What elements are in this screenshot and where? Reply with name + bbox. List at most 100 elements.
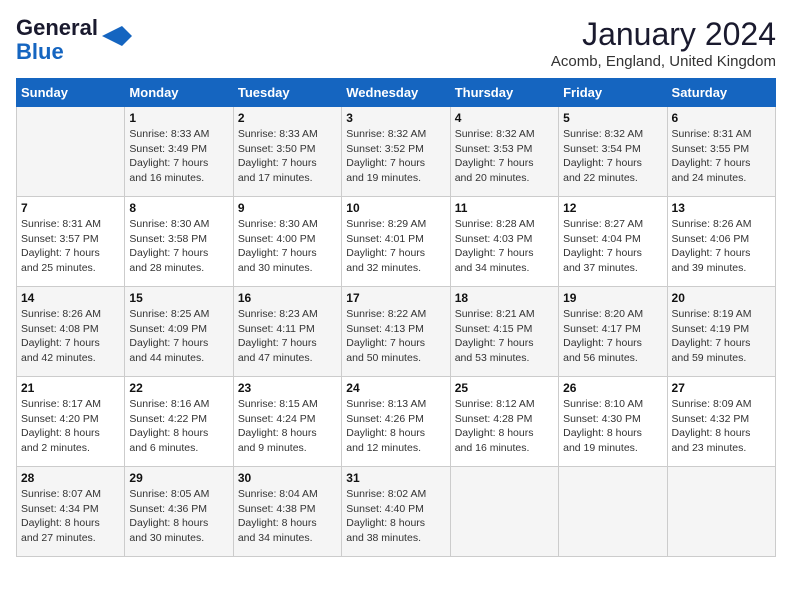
day-number: 7 (21, 201, 120, 215)
week-row-2: 7 Sunrise: 8:31 AM Sunset: 3:57 PM Daylig… (17, 197, 776, 287)
day-cell: 5 Sunrise: 8:32 AM Sunset: 3:54 PM Daylig… (559, 107, 667, 197)
day-info: Sunrise: 8:09 AM Sunset: 4:32 PM Dayligh… (672, 397, 771, 456)
day-info: Sunrise: 8:04 AM Sunset: 4:38 PM Dayligh… (238, 487, 337, 546)
day-info: Sunrise: 8:32 AM Sunset: 3:53 PM Dayligh… (455, 127, 554, 186)
calendar-header-row: SundayMondayTuesdayWednesdayThursdayFrid… (17, 79, 776, 107)
week-row-3: 14Sunrise: 8:26 AM Sunset: 4:08 PM Dayli… (17, 287, 776, 377)
day-cell: 3 Sunrise: 8:32 AM Sunset: 3:52 PM Daylig… (342, 107, 450, 197)
day-info: Sunrise: 8:02 AM Sunset: 4:40 PM Dayligh… (346, 487, 445, 546)
day-cell (559, 467, 667, 557)
day-info: Sunrise: 8:28 AM Sunset: 4:03 PM Dayligh… (455, 217, 554, 276)
week-row-1: 1 Sunrise: 8:33 AM Sunset: 3:49 PM Daylig… (17, 107, 776, 197)
day-number: 11 (455, 201, 554, 215)
day-number: 31 (346, 471, 445, 485)
day-number: 3 (346, 111, 445, 125)
day-info: Sunrise: 8:31 AM Sunset: 3:55 PM Dayligh… (672, 127, 771, 186)
day-info: Sunrise: 8:22 AM Sunset: 4:13 PM Dayligh… (346, 307, 445, 366)
day-cell: 6 Sunrise: 8:31 AM Sunset: 3:55 PM Daylig… (667, 107, 775, 197)
day-cell: 1 Sunrise: 8:33 AM Sunset: 3:49 PM Daylig… (125, 107, 233, 197)
day-number: 12 (563, 201, 662, 215)
day-number: 19 (563, 291, 662, 305)
day-info: Sunrise: 8:26 AM Sunset: 4:08 PM Dayligh… (21, 307, 120, 366)
day-cell: 9Sunrise: 8:30 AM Sunset: 4:00 PM Daylig… (233, 197, 341, 287)
day-number: 6 (672, 111, 771, 125)
day-info: Sunrise: 8:19 AM Sunset: 4:19 PM Dayligh… (672, 307, 771, 366)
day-cell: 19 Sunrise: 8:20 AM Sunset: 4:17 PM Dayli… (559, 287, 667, 377)
day-cell (667, 467, 775, 557)
day-info: Sunrise: 8:32 AM Sunset: 3:52 PM Dayligh… (346, 127, 445, 186)
day-cell: 7 Sunrise: 8:31 AM Sunset: 3:57 PM Daylig… (17, 197, 125, 287)
day-info: Sunrise: 8:30 AM Sunset: 3:58 PM Dayligh… (129, 217, 228, 276)
week-row-5: 28 Sunrise: 8:07 AM Sunset: 4:34 PM Dayli… (17, 467, 776, 557)
header-cell-thursday: Thursday (450, 79, 558, 107)
day-info: Sunrise: 8:32 AM Sunset: 3:54 PM Dayligh… (563, 127, 662, 186)
day-cell: 11 Sunrise: 8:28 AM Sunset: 4:03 PM Dayli… (450, 197, 558, 287)
day-number: 8 (129, 201, 228, 215)
header-cell-wednesday: Wednesday (342, 79, 450, 107)
day-info: Sunrise: 8:33 AM Sunset: 3:50 PM Dayligh… (238, 127, 337, 186)
day-number: 23 (238, 381, 337, 395)
day-number: 10 (346, 201, 445, 215)
day-number: 13 (672, 201, 771, 215)
header-cell-monday: Monday (125, 79, 233, 107)
day-cell: 12Sunrise: 8:27 AM Sunset: 4:04 PM Dayli… (559, 197, 667, 287)
day-number: 15 (129, 291, 228, 305)
header: General Blue January 2024 Acomb, England… (16, 16, 776, 70)
day-cell: 30 Sunrise: 8:04 AM Sunset: 4:38 PM Dayli… (233, 467, 341, 557)
day-number: 1 (129, 111, 228, 125)
day-cell: 20 Sunrise: 8:19 AM Sunset: 4:19 PM Dayli… (667, 287, 775, 377)
day-cell: 17 Sunrise: 8:22 AM Sunset: 4:13 PM Dayli… (342, 287, 450, 377)
day-cell: 4 Sunrise: 8:32 AM Sunset: 3:53 PM Daylig… (450, 107, 558, 197)
day-number: 22 (129, 381, 228, 395)
day-cell: 21 Sunrise: 8:17 AM Sunset: 4:20 PM Dayli… (17, 377, 125, 467)
header-cell-saturday: Saturday (667, 79, 775, 107)
day-info: Sunrise: 8:17 AM Sunset: 4:20 PM Dayligh… (21, 397, 120, 456)
header-cell-friday: Friday (559, 79, 667, 107)
day-number: 21 (21, 381, 120, 395)
day-cell: 23 Sunrise: 8:15 AM Sunset: 4:24 PM Dayli… (233, 377, 341, 467)
day-number: 4 (455, 111, 554, 125)
day-cell (17, 107, 125, 197)
day-cell: 16Sunrise: 8:23 AM Sunset: 4:11 PM Dayli… (233, 287, 341, 377)
logo-text: General Blue (16, 16, 98, 64)
day-info: Sunrise: 8:23 AM Sunset: 4:11 PM Dayligh… (238, 307, 337, 366)
day-info: Sunrise: 8:13 AM Sunset: 4:26 PM Dayligh… (346, 397, 445, 456)
title-block: January 2024 Acomb, England, United King… (551, 16, 776, 70)
day-number: 25 (455, 381, 554, 395)
day-info: Sunrise: 8:25 AM Sunset: 4:09 PM Dayligh… (129, 307, 228, 366)
day-info: Sunrise: 8:31 AM Sunset: 3:57 PM Dayligh… (21, 217, 120, 276)
day-info: Sunrise: 8:21 AM Sunset: 4:15 PM Dayligh… (455, 307, 554, 366)
day-info: Sunrise: 8:16 AM Sunset: 4:22 PM Dayligh… (129, 397, 228, 456)
day-cell: 2 Sunrise: 8:33 AM Sunset: 3:50 PM Daylig… (233, 107, 341, 197)
calendar-table: SundayMondayTuesdayWednesdayThursdayFrid… (16, 78, 776, 557)
day-cell: 26Sunrise: 8:10 AM Sunset: 4:30 PM Dayli… (559, 377, 667, 467)
day-number: 5 (563, 111, 662, 125)
day-cell: 24Sunrise: 8:13 AM Sunset: 4:26 PM Dayli… (342, 377, 450, 467)
day-cell: 14Sunrise: 8:26 AM Sunset: 4:08 PM Dayli… (17, 287, 125, 377)
day-info: Sunrise: 8:07 AM Sunset: 4:34 PM Dayligh… (21, 487, 120, 546)
logo-icon (102, 26, 132, 51)
main-title: January 2024 (551, 16, 776, 53)
day-cell: 15 Sunrise: 8:25 AM Sunset: 4:09 PM Dayli… (125, 287, 233, 377)
day-number: 20 (672, 291, 771, 305)
header-cell-sunday: Sunday (17, 79, 125, 107)
day-cell: 27Sunrise: 8:09 AM Sunset: 4:32 PM Dayli… (667, 377, 775, 467)
day-info: Sunrise: 8:26 AM Sunset: 4:06 PM Dayligh… (672, 217, 771, 276)
day-cell: 29Sunrise: 8:05 AM Sunset: 4:36 PM Dayli… (125, 467, 233, 557)
day-info: Sunrise: 8:12 AM Sunset: 4:28 PM Dayligh… (455, 397, 554, 456)
day-number: 9 (238, 201, 337, 215)
day-cell: 31 Sunrise: 8:02 AM Sunset: 4:40 PM Dayli… (342, 467, 450, 557)
day-info: Sunrise: 8:29 AM Sunset: 4:01 PM Dayligh… (346, 217, 445, 276)
day-info: Sunrise: 8:10 AM Sunset: 4:30 PM Dayligh… (563, 397, 662, 456)
day-number: 17 (346, 291, 445, 305)
day-info: Sunrise: 8:15 AM Sunset: 4:24 PM Dayligh… (238, 397, 337, 456)
subtitle: Acomb, England, United Kingdom (551, 53, 776, 70)
day-info: Sunrise: 8:33 AM Sunset: 3:49 PM Dayligh… (129, 127, 228, 186)
day-number: 2 (238, 111, 337, 125)
day-number: 30 (238, 471, 337, 485)
day-cell: 13 Sunrise: 8:26 AM Sunset: 4:06 PM Dayli… (667, 197, 775, 287)
day-info: Sunrise: 8:20 AM Sunset: 4:17 PM Dayligh… (563, 307, 662, 366)
day-cell (450, 467, 558, 557)
day-number: 28 (21, 471, 120, 485)
day-info: Sunrise: 8:05 AM Sunset: 4:36 PM Dayligh… (129, 487, 228, 546)
